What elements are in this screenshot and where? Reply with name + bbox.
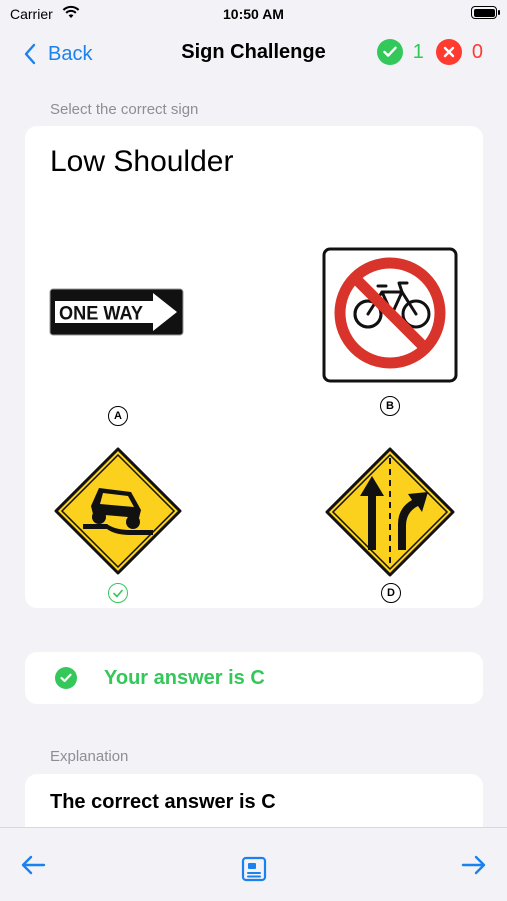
info-card-icon — [241, 856, 267, 882]
wrong-count: 0 — [471, 40, 483, 63]
checkmark-circle-icon — [55, 667, 77, 689]
lane-ends-merge-sign — [325, 447, 455, 577]
option-b-marker: B — [380, 396, 400, 416]
score-summary: 1 0 — [376, 39, 483, 65]
sign-name: Low Shoulder — [50, 145, 234, 178]
arrow-left-icon — [21, 855, 46, 875]
answer-result-text: Your answer is C — [104, 666, 265, 689]
option-c-correct-check-icon — [108, 583, 128, 603]
option-d-marker: D — [381, 583, 401, 603]
explanation-label: Explanation — [50, 748, 129, 765]
correct-check-icon — [376, 39, 403, 65]
option-b[interactable]: B — [322, 247, 458, 419]
next-button[interactable] — [461, 854, 487, 881]
status-time: 10:50 AM — [223, 6, 284, 22]
question-prompt-label: Select the correct sign — [50, 101, 199, 118]
navigation-bar: Back Sign Challenge 1 0 — [0, 28, 507, 78]
wrong-x-icon — [435, 39, 462, 65]
question-card: Low Shoulder ONE WAY A B D — [25, 126, 483, 608]
low-shoulder-sign — [54, 447, 182, 575]
answer-result-card: Your answer is C — [25, 652, 483, 704]
no-bicycles-sign — [322, 247, 458, 383]
one-way-sign: ONE WAY — [49, 288, 184, 336]
previous-button[interactable] — [20, 854, 46, 881]
option-c[interactable] — [53, 446, 183, 604]
info-card-button[interactable] — [241, 856, 267, 887]
option-d[interactable]: D — [324, 446, 456, 604]
option-a[interactable]: ONE WAY A — [49, 288, 187, 426]
explanation-text: The correct answer is C — [50, 791, 276, 813]
correct-count: 1 — [412, 40, 424, 63]
option-a-marker: A — [108, 406, 128, 426]
one-way-sign-text: ONE WAY — [59, 304, 143, 325]
status-bar: Carrier 10:50 AM — [0, 0, 507, 28]
battery-icon — [471, 6, 500, 19]
arrow-right-icon — [461, 855, 486, 875]
bottom-toolbar — [0, 827, 507, 901]
